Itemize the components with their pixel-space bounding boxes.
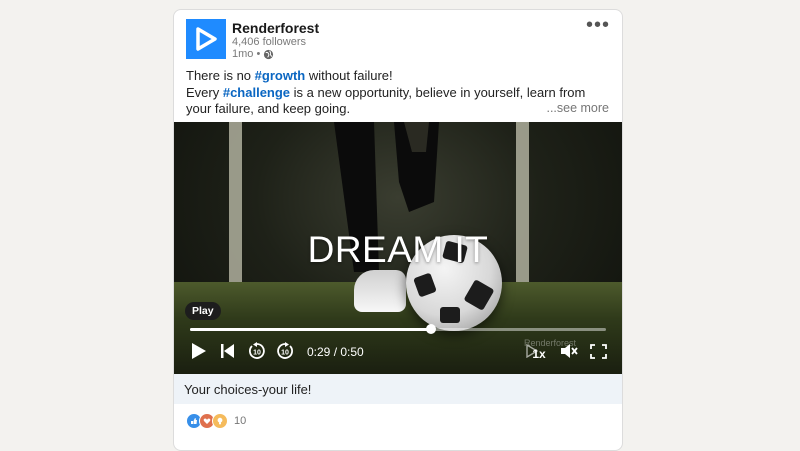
ball-patch (413, 272, 437, 298)
skip-back-button[interactable] (220, 341, 236, 361)
muted-volume-icon (561, 344, 578, 358)
play-tooltip: Play (185, 302, 221, 320)
video-time-display: 0:29 / 0:50 (307, 345, 364, 359)
playback-speed-button[interactable]: 1x (530, 344, 548, 364)
skip-back-icon (221, 344, 234, 358)
video-progress-fill (190, 328, 432, 331)
insightful-icon (212, 413, 228, 429)
video-overlay-title: DREAM IT (307, 229, 489, 270)
rewind-10-icon: 10 (249, 342, 265, 359)
follower-count: 4,406 followers (232, 36, 306, 48)
reaction-summary[interactable]: 10 (186, 413, 246, 429)
play-button[interactable] (190, 341, 208, 361)
post-text-line1-end: without failure! (305, 68, 393, 83)
playback-speed-label: 1x (532, 347, 546, 361)
author-name[interactable]: Renderforest (232, 20, 319, 36)
fullscreen-button[interactable] (588, 341, 608, 361)
hashtag-growth[interactable]: #growth (255, 68, 306, 83)
post-age: 1mo • (232, 48, 261, 60)
player-shoe (354, 270, 406, 312)
svg-text:10: 10 (253, 350, 261, 357)
renderforest-logo-icon[interactable] (186, 19, 226, 59)
fullscreen-icon (589, 343, 607, 359)
ball-patch (440, 307, 460, 323)
post-text-line1: There is no (186, 68, 255, 83)
forward-10-icon: 10 (277, 342, 293, 359)
ball-patch (463, 279, 495, 311)
video-progress-bar[interactable] (190, 324, 606, 334)
video-player[interactable]: DREAM IT Play 10 10 0:29 / 0:50 Renderfo… (174, 122, 622, 374)
video-caption-bar[interactable]: Your choices-your life! (174, 374, 622, 404)
volume-button[interactable] (559, 341, 579, 361)
more-options-icon[interactable]: ••• (586, 14, 610, 37)
post-meta: 1mo • (232, 48, 274, 60)
rewind-10-button[interactable]: 10 (247, 341, 267, 361)
globe-icon (264, 49, 274, 59)
reaction-count: 10 (234, 415, 247, 427)
play-icon (192, 343, 206, 359)
post-text-line2: Every (186, 84, 223, 100)
hashtag-challenge[interactable]: #challenge (223, 85, 290, 100)
see-more-link[interactable]: ...see more (542, 101, 609, 115)
forward-10-button[interactable]: 10 (275, 341, 295, 361)
feed-post-card: Renderforest 4,406 followers 1mo • ••• T… (173, 9, 623, 451)
svg-text:10: 10 (281, 350, 289, 357)
